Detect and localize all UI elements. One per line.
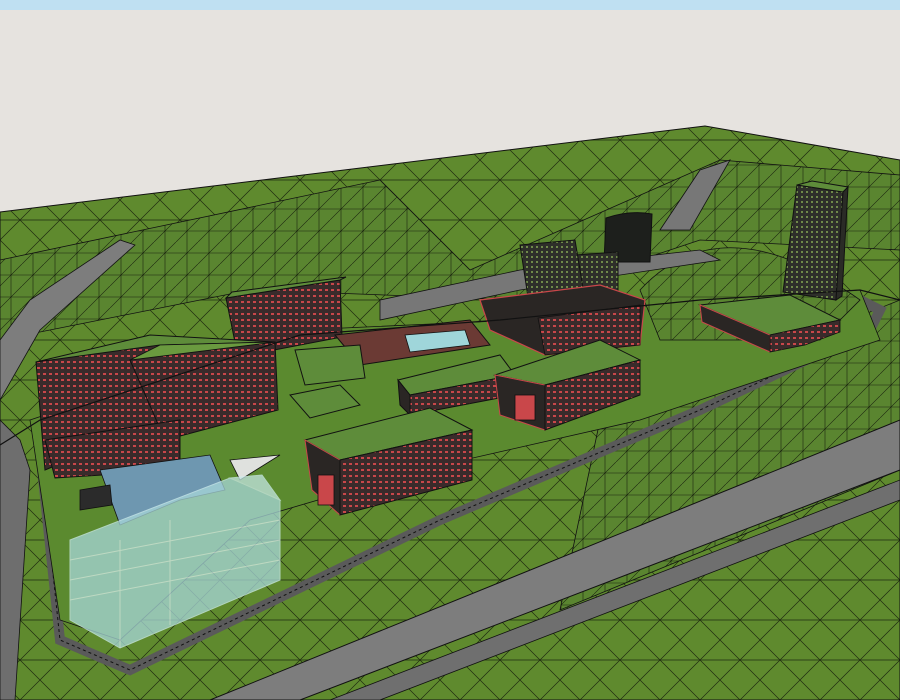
site-model-render — [0, 0, 900, 700]
model-viewport[interactable] — [0, 0, 900, 700]
sky-top-strip — [0, 0, 900, 10]
